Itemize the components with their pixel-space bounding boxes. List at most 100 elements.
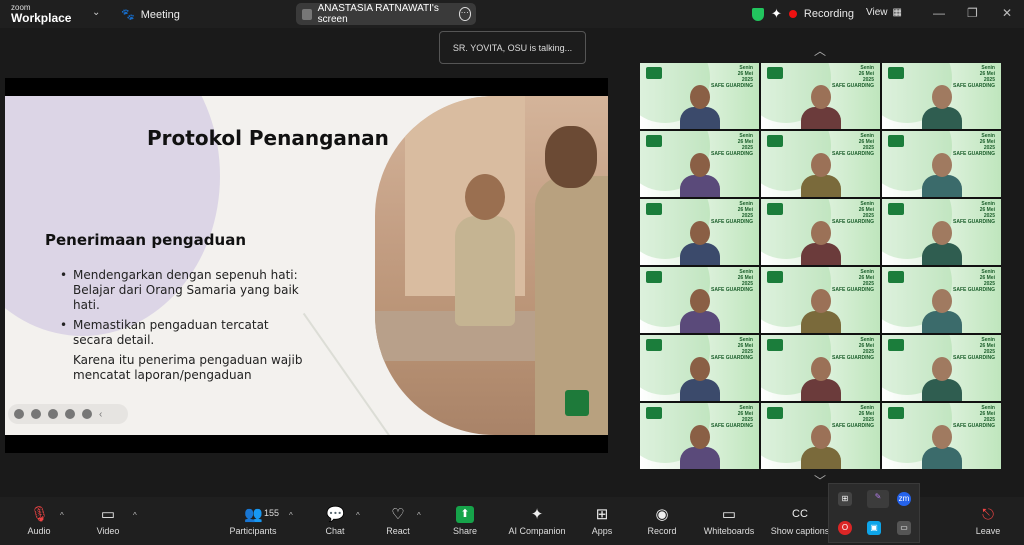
sparkle-icon[interactable]: ✦	[771, 6, 782, 22]
participant-tile[interactable]: Senin 26 Mei 2025 SAFE GUARDING	[761, 267, 880, 333]
participant-tile[interactable]: Senin 26 Mei 2025 SAFE GUARDING	[640, 335, 759, 401]
feather-icon[interactable]: ✎	[867, 490, 889, 508]
participant-tile[interactable]: Senin 26 Mei 2025 SAFE GUARDING	[761, 403, 880, 469]
participant-tile[interactable]: Senin 26 Mei 2025 SAFE GUARDING	[640, 199, 759, 265]
chat-label: Chat	[325, 526, 345, 536]
video-off-icon: ▭	[100, 506, 116, 523]
recording-dot-icon	[788, 10, 797, 18]
more-icon[interactable]	[82, 409, 92, 419]
participant-video	[680, 85, 720, 129]
participant-tile[interactable]: Senin 26 Mei 2025 SAFE GUARDING	[882, 63, 1001, 129]
participant-video	[801, 153, 841, 197]
school-logo-icon	[888, 407, 904, 419]
meeting-menu[interactable]: 🐾 Meeting	[121, 8, 180, 22]
pen-icon[interactable]	[48, 409, 58, 419]
screen-icon	[302, 8, 312, 20]
close-icon[interactable]: ✕	[1002, 6, 1012, 20]
opera-icon[interactable]: O	[838, 521, 852, 535]
participants-options-icon[interactable]: ^	[289, 511, 293, 520]
display-icon[interactable]: ▭	[897, 521, 911, 535]
zoom-logo[interactable]: zoom Workplace	[11, 4, 71, 25]
participant-video	[680, 289, 720, 333]
prev-icon[interactable]	[14, 409, 24, 419]
participants-icon: 👥	[244, 506, 263, 523]
participant-tile[interactable]: Senin 26 Mei 2025 SAFE GUARDING	[882, 131, 1001, 197]
participant-tile[interactable]: Senin 26 Mei 2025 SAFE GUARDING	[640, 267, 759, 333]
participant-tile[interactable]: Senin 26 Mei 2025 SAFE GUARDING	[882, 267, 1001, 333]
participant-tile[interactable]: Senin 26 Mei 2025 SAFE GUARDING	[640, 63, 759, 129]
school-logo-icon	[646, 339, 662, 351]
bullet-item: • Memastikan pengaduan tercatat secara de…	[60, 318, 269, 347]
participant-tile[interactable]: Senin 26 Mei 2025 SAFE GUARDING	[761, 131, 880, 197]
school-logo-icon	[646, 67, 662, 79]
grid-icon: ▦	[892, 7, 902, 18]
zoom-icon[interactable]	[65, 409, 75, 419]
pointer-icon[interactable]	[31, 409, 41, 419]
apps-label: Apps	[591, 526, 613, 536]
whiteboards-button[interactable]: ▭ Whiteboards	[694, 506, 764, 536]
participant-video	[680, 425, 720, 469]
school-logo-icon	[646, 135, 662, 147]
school-logo-icon	[646, 203, 662, 215]
shield-icon[interactable]	[752, 7, 764, 21]
bullet-text: Mendengarkan dengan sepenuh hati: Belaja…	[73, 268, 299, 312]
slide-controls[interactable]: ‹	[8, 404, 128, 424]
school-logo-icon	[767, 135, 783, 147]
participant-tile[interactable]: Senin 26 Mei 2025 SAFE GUARDING	[761, 335, 880, 401]
participant-tile[interactable]: Senin 26 Mei 2025 SAFE GUARDING	[761, 63, 880, 129]
share-button[interactable]: ⬆ Share	[430, 506, 500, 536]
participant-tile[interactable]: Senin 26 Mei 2025 SAFE GUARDING	[882, 403, 1001, 469]
record-label: Record	[647, 526, 677, 536]
participant-video	[801, 85, 841, 129]
participant-tile[interactable]: Senin 26 Mei 2025 SAFE GUARDING	[882, 199, 1001, 265]
zoom-tray-icon[interactable]: zm	[897, 492, 911, 506]
school-logo-icon	[888, 339, 904, 351]
view-label: View	[866, 7, 888, 18]
next-icon[interactable]: ‹	[99, 409, 102, 420]
chevron-down-icon[interactable]: ⌄	[92, 7, 100, 18]
chevron-down-icon[interactable]: ﹀	[814, 472, 826, 489]
participant-gallery: Senin 26 Mei 2025 SAFE GUARDING Senin 26 Mei 2…	[640, 63, 1001, 469]
slide-photo	[375, 96, 608, 435]
app-tray-icon[interactable]: ▣	[867, 521, 881, 535]
leave-button[interactable]: ⎋ Leave	[953, 506, 1023, 536]
audio-options-icon[interactable]: ^	[60, 511, 64, 520]
minimize-icon[interactable]: —	[933, 6, 945, 20]
restore-icon[interactable]: ❐	[967, 6, 978, 20]
recording-status[interactable]: ✦ Recording	[752, 6, 854, 22]
ai-companion-button[interactable]: ✦ AI Companion	[502, 506, 572, 536]
video-options-icon[interactable]: ^	[133, 511, 137, 520]
chat-icon: 💬	[326, 506, 345, 523]
chevron-up-icon[interactable]: ︿	[814, 42, 826, 59]
school-logo-icon	[646, 271, 662, 283]
school-logo-icon	[767, 339, 783, 351]
paw-icon: 🐾	[121, 9, 135, 21]
participant-tile[interactable]: Senin 26 Mei 2025 SAFE GUARDING	[640, 131, 759, 197]
screen-share-pill[interactable]: ANASTASIA RATNAWATI's screen ···	[296, 3, 476, 25]
school-logo-icon	[767, 67, 783, 79]
participant-video	[801, 221, 841, 265]
apps-icon: ⊞	[595, 506, 609, 523]
leave-label: Leave	[975, 526, 1001, 536]
view-button[interactable]: View ▦	[866, 7, 902, 18]
participant-video	[922, 85, 962, 129]
ai-companion-label: AI Companion	[508, 526, 566, 536]
windows-icon[interactable]: ⊞	[838, 492, 852, 506]
school-logo-icon	[767, 407, 783, 419]
participant-video	[922, 221, 962, 265]
more-icon[interactable]: ···	[458, 7, 472, 21]
react-button[interactable]: ♡ React	[363, 506, 433, 536]
chat-options-icon[interactable]: ^	[356, 511, 360, 520]
react-options-icon[interactable]: ^	[417, 511, 421, 520]
participant-video	[922, 357, 962, 401]
participant-video	[680, 357, 720, 401]
share-label: Share	[452, 526, 478, 536]
participant-tile[interactable]: Senin 26 Mei 2025 SAFE GUARDING	[761, 199, 880, 265]
captions-button[interactable]: CC Show captions	[765, 506, 835, 536]
school-logo-icon	[646, 407, 662, 419]
participant-tile[interactable]: Senin 26 Mei 2025 SAFE GUARDING	[882, 335, 1001, 401]
record-button[interactable]: ◉ Record	[627, 506, 697, 536]
participant-tile[interactable]: Senin 26 Mei 2025 SAFE GUARDING	[640, 403, 759, 469]
whiteboard-icon: ▭	[721, 506, 737, 523]
participant-video	[801, 357, 841, 401]
